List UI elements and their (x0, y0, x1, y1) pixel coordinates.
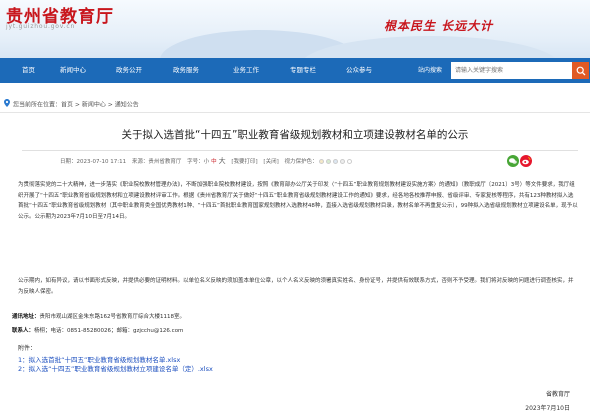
article-title: 关于拟入选首批“十四五”职业教育省级规划教材和立项建设教材名单的公示 (121, 129, 469, 141)
site-domain: jyt.guizhou.gov.cn (6, 23, 76, 30)
color-swatch-white[interactable] (347, 159, 353, 164)
address-line: 通讯地址：贵阳市观山湖区金朱东路162号省教育厅综合大楼1118室。 (12, 312, 185, 320)
color-swatch-gray[interactable] (340, 159, 346, 164)
search-label: 站内搜索 (418, 67, 443, 74)
article-body: 为贯彻落实党的二十大精神，进一步落实《职业院校教材管理办法》，不断加强职业院校教… (18, 180, 578, 295)
font-size-label: 字号： (187, 159, 204, 165)
color-swatch-green[interactable] (326, 159, 332, 164)
attachments-label: 附件： (18, 345, 37, 352)
protection-color-label: 视力保护色： (284, 159, 318, 165)
nav-item-news[interactable]: 新闻中心 (60, 58, 86, 83)
contact-value: 杨栩；电话：0851-85280026；邮箱：gzjcchu@126.com (34, 328, 184, 334)
font-size-large[interactable]: 大 (219, 157, 226, 165)
nav-item-public[interactable]: 公众参与 (346, 58, 372, 83)
font-size-small[interactable]: 小 (204, 159, 210, 165)
nav-item-home[interactable]: 首页 (22, 58, 35, 83)
breadcrumb-path[interactable]: 首页 > 新闻中心 > 通知公告 (61, 102, 139, 109)
divider (0, 112, 590, 113)
divider (22, 150, 578, 151)
print-link[interactable]: [我要打印] (231, 159, 257, 165)
breadcrumb: 您当前所在位置：首页 > 新闻中心 > 通知公告 (4, 99, 139, 109)
search-input[interactable] (451, 62, 572, 79)
article-paragraph: 公示期内，如有异议，请以书面形式反映，并提供必要的证明材料。以单位名义反映的须加… (18, 278, 574, 295)
nav-item-business[interactable]: 业务工作 (233, 58, 259, 83)
main-nav: 首页 新闻中心 政务公开 政务服务 业务工作 专题专栏 公众参与 站内搜索 (0, 58, 590, 83)
nav-item-gov-services[interactable]: 政务服务 (173, 58, 199, 83)
nav-item-topics[interactable]: 专题专栏 (290, 58, 316, 83)
article-paragraph: 为贯彻落实党的二十大精神，进一步落实《职业院校教材管理办法》，不断加强职业院校教… (18, 182, 578, 221)
contact-line: 联系人：杨栩；电话：0851-85280026；邮箱：gzjcchu@126.c… (12, 326, 183, 334)
article-source: 来源：贵州省教育厅 (131, 159, 182, 165)
nav-item-gov-affairs[interactable]: 政务公开 (116, 58, 142, 83)
site-header: 贵州省教育厅 jyt.guizhou.gov.cn 根本民生 长远大计 (0, 0, 590, 58)
wechat-share-icon[interactable] (507, 155, 519, 167)
signature-org: 省教育厅 (545, 391, 570, 398)
color-swatch-beige[interactable] (319, 159, 325, 164)
signature-date: 2023年7月10日 (525, 405, 570, 412)
article-date: 日期：2023-07-10 17:11 (60, 159, 127, 165)
location-pin-icon (4, 99, 10, 111)
weibo-share-icon[interactable] (520, 155, 532, 167)
address-label: 通讯地址： (12, 314, 40, 320)
breadcrumb-prefix: 您当前所在位置： (13, 101, 62, 109)
close-link[interactable]: [关闭] (263, 159, 278, 165)
site-slogan: 根本民生 长远大计 (384, 19, 494, 33)
contact-label: 联系人： (12, 328, 35, 334)
search-button[interactable] (572, 62, 589, 79)
address-value: 贵阳市观山湖区金朱东路162号省教育厅综合大楼1118室。 (39, 314, 186, 320)
font-size-medium[interactable]: 中 (211, 159, 217, 165)
article-meta: 日期：2023-07-10 17:11 来源：贵州省教育厅 字号：小中大 [我要… (60, 156, 354, 167)
attachment-link[interactable]: 2：拟入选“十四五”职业教育省级规划教材立项建设名单（定）.xlsx (18, 363, 213, 373)
search-icon (576, 66, 585, 75)
color-swatch-blue[interactable] (333, 159, 339, 164)
